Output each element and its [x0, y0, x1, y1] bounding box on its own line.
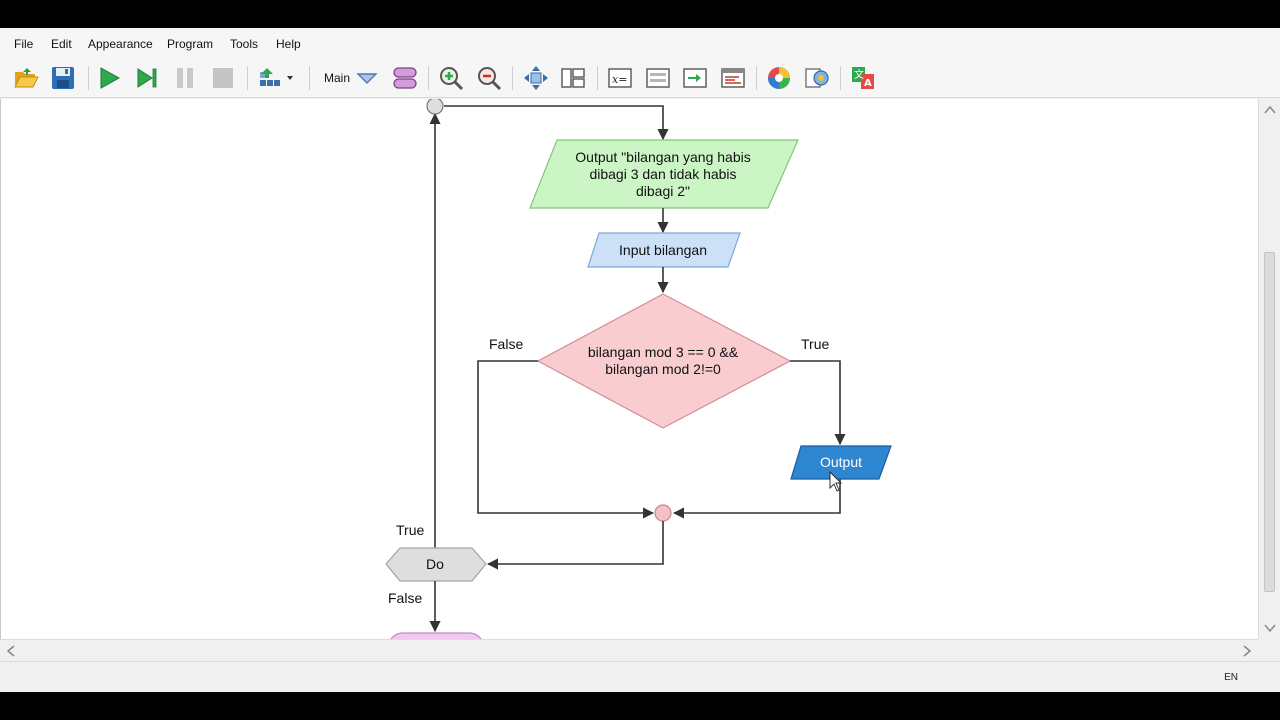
scroll-left-icon[interactable] [6, 645, 15, 657]
scroll-up-icon[interactable] [1264, 105, 1276, 114]
svg-text:文: 文 [854, 68, 864, 81]
toolbar-separator [756, 66, 757, 90]
console-icon[interactable] [681, 64, 709, 92]
status-bar: EN [0, 661, 1280, 692]
color-scheme-icon[interactable] [765, 64, 793, 92]
add-function-icon[interactable] [391, 64, 419, 92]
connector [672, 479, 841, 519]
toolbar-separator [428, 66, 429, 90]
loop-false-label: False [388, 590, 422, 606]
merge-connector-node [654, 504, 672, 522]
menu-edit[interactable]: Edit [51, 37, 72, 51]
menu-help[interactable]: Help [276, 37, 301, 51]
menu-appearance[interactable]: Appearance [88, 37, 153, 51]
breakpoints-icon[interactable] [644, 64, 672, 92]
false-branch-label: False [489, 336, 523, 352]
output-prompt-line-2: dibagi 3 dan tidak habis [589, 166, 736, 182]
center-view-icon[interactable] [522, 64, 550, 92]
menu-bar: File Edit Appearance Program Tools Help [0, 28, 1280, 58]
toolbar-separator [840, 66, 841, 90]
flowgorithm-window: File Edit Appearance Program Tools Help [0, 28, 1280, 692]
variables-icon[interactable]: x= [606, 64, 634, 92]
condition-line-1: bilangan mod 3 == 0 && [588, 344, 739, 360]
menu-file[interactable]: File [14, 37, 33, 51]
pause-icon[interactable] [171, 64, 199, 92]
run-speed-icon[interactable] [256, 64, 296, 92]
loop-true-label: True [396, 522, 424, 538]
translate-icon[interactable]: 文A [849, 64, 877, 92]
menu-program[interactable]: Program [167, 37, 213, 51]
output-prompt-line-3: dibagi 2" [636, 183, 690, 199]
flowchart-canvas[interactable]: Output "bilangan yang habis dibagi 3 dan… [0, 99, 1258, 639]
scroll-right-icon[interactable] [1243, 645, 1252, 657]
step-icon[interactable] [133, 64, 161, 92]
save-icon[interactable] [49, 64, 77, 92]
run-icon[interactable] [95, 64, 123, 92]
input-label: Input bilangan [619, 242, 707, 258]
scroll-down-icon[interactable] [1264, 624, 1276, 633]
menu-tools[interactable]: Tools [230, 37, 258, 51]
zoom-out-icon[interactable] [475, 64, 503, 92]
top-connector [444, 105, 669, 141]
chart-style-icon[interactable] [803, 64, 831, 92]
open-folder-icon[interactable] [12, 64, 40, 92]
source-code-icon[interactable] [719, 64, 747, 92]
function-selector[interactable]: Main [324, 71, 350, 85]
svg-text:x=: x= [612, 73, 627, 86]
toolbar-separator [597, 66, 598, 90]
svg-text:A: A [864, 78, 872, 89]
zoom-in-icon[interactable] [437, 64, 465, 92]
toolbar-separator [247, 66, 248, 90]
output-label: Output [820, 454, 862, 470]
true-branch-connector [790, 360, 846, 446]
vertical-scrollbar[interactable] [1258, 99, 1280, 639]
do-loop-label: Do [426, 556, 444, 572]
connector [486, 521, 664, 570]
condition-line-2: bilangan mod 2!=0 [605, 361, 721, 377]
true-branch-label: True [801, 336, 829, 352]
language-indicator[interactable]: EN [1224, 672, 1238, 683]
toolbar-separator [88, 66, 89, 90]
output-prompt-line-1: Output "bilangan yang habis [575, 149, 750, 165]
toolbar: Main x= 文 A [0, 58, 1280, 98]
loop-start-connector-node [426, 99, 444, 115]
toolbar-separator [512, 66, 513, 90]
horizontal-scrollbar[interactable] [0, 639, 1258, 661]
function-dropdown-icon[interactable] [353, 64, 381, 92]
vertical-scroll-thumb[interactable] [1264, 252, 1275, 592]
stop-icon[interactable] [209, 64, 237, 92]
toolbar-separator [309, 66, 310, 90]
layout-icon[interactable] [559, 64, 587, 92]
